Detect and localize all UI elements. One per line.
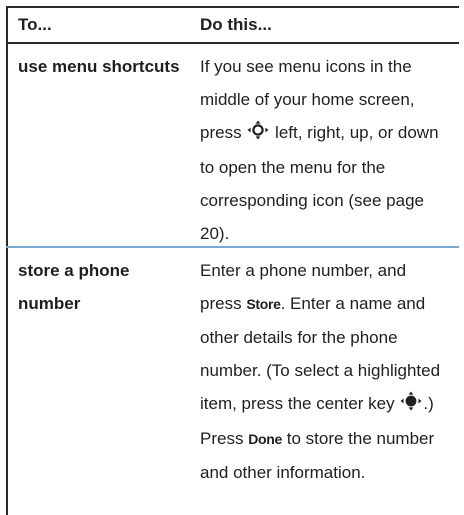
header-to: To... xyxy=(18,15,52,34)
nav-key-center-icon xyxy=(400,389,422,422)
table-row: use menu shortcuts If you see menu icons… xyxy=(6,44,459,248)
action-cell: use menu shortcuts xyxy=(18,57,180,76)
nav-key-outline-icon xyxy=(247,118,269,151)
store-key-label: Store xyxy=(246,296,281,312)
instruction-table: To... Do this... use menu shortcuts If y… xyxy=(6,6,459,515)
action-cell: store a phone number xyxy=(18,261,130,313)
done-key-label: Done xyxy=(248,431,283,447)
instruction-cell: If you see menu icons in the middle of y… xyxy=(200,50,452,250)
instruction-cell: Enter a phone number, and press Store. E… xyxy=(200,254,452,489)
header-do-this: Do this... xyxy=(200,15,272,34)
table-row: store a phone number Enter a phone numbe… xyxy=(6,248,459,515)
table-header: To... Do this... xyxy=(6,6,459,44)
